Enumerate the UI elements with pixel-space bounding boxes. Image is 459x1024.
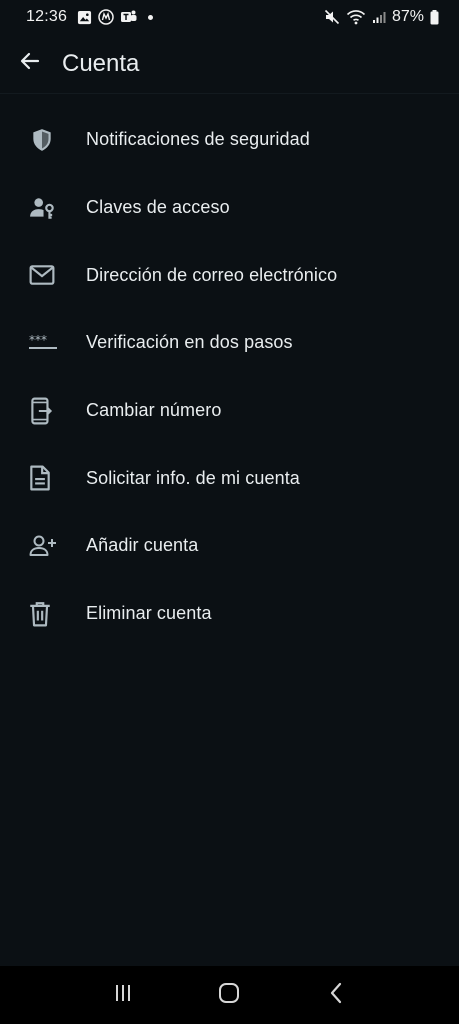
app-bar: Cuenta bbox=[0, 34, 459, 94]
mail-icon bbox=[0, 264, 86, 286]
settings-item-label: Añadir cuenta bbox=[86, 535, 199, 556]
settings-item-label: Verificación en dos pasos bbox=[86, 332, 293, 353]
settings-item-change-number[interactable]: Cambiar número bbox=[0, 377, 459, 445]
person-add-icon bbox=[0, 534, 86, 558]
notification-dot bbox=[148, 14, 154, 20]
wifi-icon bbox=[346, 9, 366, 25]
status-bar-right: 87% bbox=[324, 8, 439, 26]
settings-item-label: Notificaciones de seguridad bbox=[86, 129, 310, 150]
back-icon bbox=[328, 982, 344, 1009]
arrow-left-icon bbox=[18, 49, 42, 78]
trash-icon bbox=[0, 601, 86, 627]
settings-item-label: Claves de acceso bbox=[86, 197, 230, 218]
passkey-icon bbox=[0, 195, 86, 221]
settings-item-delete-account[interactable]: Eliminar cuenta bbox=[0, 580, 459, 648]
gallery-icon bbox=[77, 10, 92, 25]
mute-icon bbox=[324, 9, 340, 25]
status-bar: 12:36 87% bbox=[0, 0, 459, 34]
settings-item-label: Solicitar info. de mi cuenta bbox=[86, 467, 300, 488]
shield-icon bbox=[0, 127, 86, 153]
system-back-button[interactable] bbox=[316, 975, 356, 1015]
settings-item-security-notifications[interactable]: Notificaciones de seguridad bbox=[0, 106, 459, 174]
status-bar-left: 12:36 bbox=[26, 8, 154, 26]
system-nav-bar bbox=[0, 966, 459, 1024]
home-button[interactable] bbox=[209, 975, 249, 1015]
document-icon bbox=[0, 465, 86, 491]
back-button[interactable] bbox=[16, 50, 44, 78]
settings-item-label: Dirección de correo electrónico bbox=[86, 264, 338, 285]
settings-item-label: Cambiar número bbox=[86, 400, 222, 421]
recent-apps-icon bbox=[113, 983, 133, 1008]
motorola-icon bbox=[98, 9, 114, 25]
home-icon bbox=[218, 982, 240, 1009]
settings-item-request-account-info[interactable]: Solicitar info. de mi cuenta bbox=[0, 444, 459, 512]
battery-percent: 87% bbox=[391, 8, 424, 25]
settings-item-two-step-verification[interactable]: *** Verificación en dos pasos bbox=[0, 309, 459, 377]
password-dots-icon: *** bbox=[0, 334, 86, 352]
settings-item-add-account[interactable]: Añadir cuenta bbox=[0, 512, 459, 580]
svg-text:***: *** bbox=[29, 334, 47, 347]
phone-change-icon bbox=[0, 397, 86, 425]
account-settings-screen: 12:36 87% Cuenta Notificaciones de segur… bbox=[0, 0, 459, 1024]
settings-item-label: Eliminar cuenta bbox=[86, 603, 212, 624]
battery-icon bbox=[430, 9, 439, 25]
settings-item-passkeys[interactable]: Claves de acceso bbox=[0, 174, 459, 242]
teams-icon bbox=[120, 9, 138, 25]
recent-apps-button[interactable] bbox=[103, 975, 143, 1015]
settings-list: Notificaciones de seguridad Claves de ac… bbox=[0, 106, 459, 648]
page-title: Cuenta bbox=[62, 49, 140, 77]
signal-icon bbox=[372, 10, 386, 24]
settings-item-email[interactable]: Dirección de correo electrónico bbox=[0, 241, 459, 309]
status-time: 12:36 bbox=[26, 8, 68, 25]
